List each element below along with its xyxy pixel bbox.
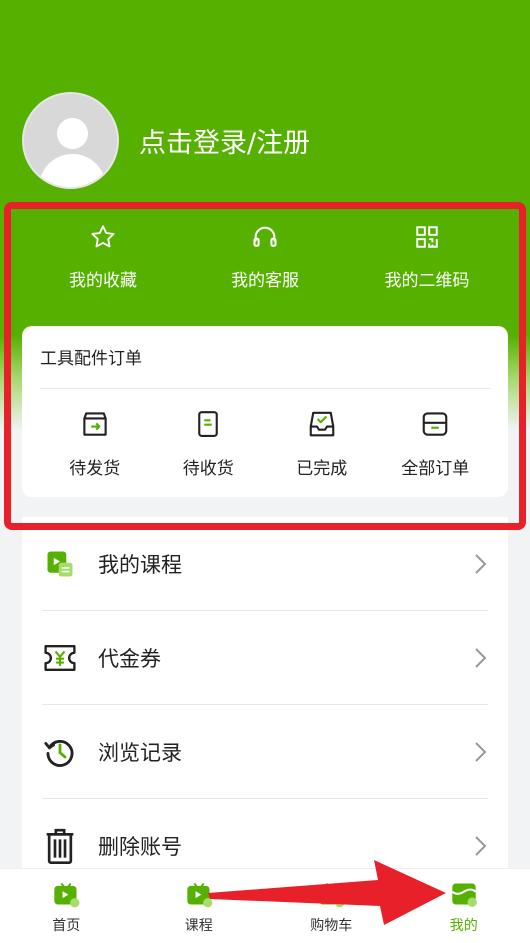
- box-arrow-icon: [79, 408, 111, 440]
- tab-cart[interactable]: 购物车: [265, 869, 398, 943]
- home-tv-icon: [51, 879, 81, 909]
- menu-item-browse-history[interactable]: 浏览记录: [22, 705, 508, 799]
- coupon-icon: [42, 640, 78, 676]
- history-icon: [42, 734, 78, 770]
- avatar[interactable]: [22, 92, 119, 189]
- divider: [40, 388, 490, 389]
- login-register-link[interactable]: 点击登录/注册: [139, 121, 310, 160]
- chevron-right-icon: [475, 554, 487, 574]
- order-item-label: 待发货: [69, 459, 121, 479]
- receipt-icon: [192, 408, 224, 440]
- tab-label: 购物车: [310, 918, 353, 934]
- bottom-tab-bar: 首页 课程 购物车 我的: [0, 868, 530, 943]
- shortcut-label: 我的二维码: [384, 271, 470, 291]
- menu-item-label: 代金券: [98, 647, 161, 671]
- shortcut-label: 我的收藏: [69, 271, 137, 291]
- menu-list: 我的课程 代金券 浏览记录 删除账号: [22, 517, 508, 893]
- order-all[interactable]: 全部订单: [379, 408, 493, 479]
- shortcut-bar: 我的收藏 我的客服 我的二维码: [22, 222, 508, 291]
- qr-code-icon: [412, 222, 442, 252]
- menu-item-my-courses[interactable]: 我的课程: [22, 517, 508, 611]
- tab-home[interactable]: 首页: [0, 869, 133, 943]
- headset-icon: [250, 222, 280, 252]
- star-icon: [88, 222, 118, 252]
- cart-icon: [316, 879, 346, 909]
- tab-courses[interactable]: 课程: [133, 869, 266, 943]
- shortcut-label: 我的客服: [231, 271, 299, 291]
- order-pending-shipment[interactable]: 待发货: [38, 408, 152, 479]
- shortcut-customer-service[interactable]: 我的客服: [184, 222, 346, 291]
- tab-mine[interactable]: 我的: [398, 869, 530, 943]
- tab-label: 首页: [52, 918, 81, 934]
- shortcut-favorites[interactable]: 我的收藏: [22, 222, 184, 291]
- inbox-check-icon: [306, 408, 338, 440]
- menu-item-coupons[interactable]: 代金券: [22, 611, 508, 705]
- chevron-right-icon: [475, 648, 487, 668]
- login-area[interactable]: 点击登录/注册: [22, 92, 310, 189]
- order-item-label: 已完成: [296, 459, 348, 479]
- order-item-label: 全部订单: [401, 459, 470, 479]
- order-card: 工具配件订单 待发货 待收货 已完成 全部订单: [22, 326, 508, 497]
- menu-item-label: 删除账号: [98, 835, 182, 859]
- order-completed[interactable]: 已完成: [265, 408, 379, 479]
- card-icon: [419, 408, 451, 440]
- chevron-right-icon: [475, 836, 487, 856]
- course-tv-icon: [184, 879, 214, 909]
- chevron-right-icon: [475, 742, 487, 762]
- menu-item-label: 浏览记录: [98, 741, 182, 765]
- shortcut-qr-code[interactable]: 我的二维码: [346, 222, 508, 291]
- tab-label: 我的: [449, 918, 478, 934]
- tab-label: 课程: [184, 918, 213, 934]
- course-icon: [42, 546, 78, 582]
- order-item-label: 待收货: [182, 459, 234, 479]
- order-card-title: 工具配件订单: [40, 349, 142, 369]
- trash-icon: [42, 828, 78, 864]
- order-pending-receipt[interactable]: 待收货: [152, 408, 266, 479]
- menu-item-label: 我的课程: [98, 553, 182, 577]
- profile-store-icon: [449, 879, 479, 909]
